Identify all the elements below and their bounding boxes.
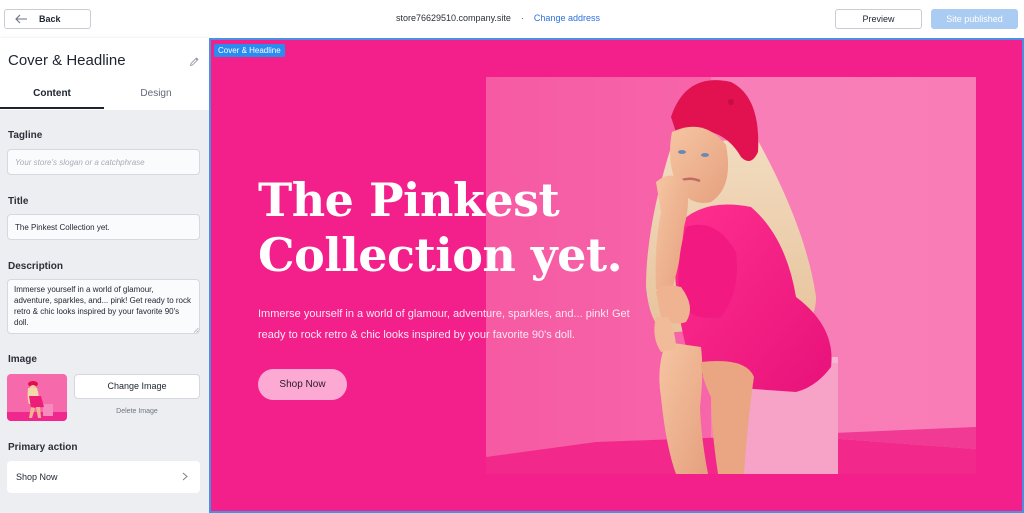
- back-button[interactable]: Back: [4, 9, 91, 29]
- preview-button[interactable]: Preview: [835, 9, 922, 29]
- site-address: store76629510.company.site: [396, 13, 511, 23]
- back-button-label: Back: [39, 14, 61, 24]
- tab-content[interactable]: Content: [0, 88, 104, 99]
- shop-now-button[interactable]: Shop Now: [258, 369, 347, 400]
- primary-action-selector[interactable]: Shop Now: [7, 461, 200, 493]
- title-input[interactable]: [7, 214, 200, 240]
- top-bar: Back store76629510.company.site · Change…: [0, 0, 1024, 38]
- tagline-input[interactable]: [7, 149, 200, 175]
- primary-action-label: Primary action: [8, 442, 78, 453]
- sidebar-title: Cover & Headline: [8, 52, 126, 69]
- tab-design[interactable]: Design: [104, 88, 208, 99]
- site-address-bar: store76629510.company.site · Change addr…: [396, 13, 600, 23]
- delete-image-link[interactable]: Delete Image: [74, 408, 200, 415]
- hero-title[interactable]: The Pinkest Collection yet.: [258, 173, 678, 283]
- title-label: Title: [8, 196, 29, 207]
- primary-action-value: Shop Now: [16, 472, 58, 482]
- active-tab-indicator: [0, 107, 104, 109]
- woman-photo-thumbnail-image: [7, 374, 67, 421]
- image-label: Image: [8, 354, 37, 365]
- image-thumbnail[interactable]: [7, 374, 67, 421]
- sidebar-header: Cover & Headline Content Design: [0, 38, 209, 110]
- description-label: Description: [8, 261, 64, 272]
- address-separator: ·: [520, 13, 524, 23]
- resize-handle-icon[interactable]: [193, 327, 199, 333]
- change-image-button[interactable]: Change Image: [74, 374, 200, 399]
- site-preview-canvas[interactable]: Cover & Headline The Pinkest Collection …: [209, 38, 1024, 513]
- description-textarea[interactable]: Immerse yourself in a world of glamour, …: [7, 279, 200, 334]
- editor-sidebar: Cover & Headline Content Design Tagline …: [0, 38, 209, 513]
- hero-description[interactable]: Immerse yourself in a world of glamour, …: [258, 304, 658, 346]
- site-published-button[interactable]: Site published: [931, 9, 1018, 29]
- pencil-icon[interactable]: [189, 56, 200, 67]
- tagline-label: Tagline: [8, 130, 43, 141]
- arrow-left-icon: [15, 14, 27, 24]
- change-address-link[interactable]: Change address: [534, 13, 600, 23]
- chevron-right-icon: [182, 472, 188, 481]
- section-badge: Cover & Headline: [214, 44, 285, 57]
